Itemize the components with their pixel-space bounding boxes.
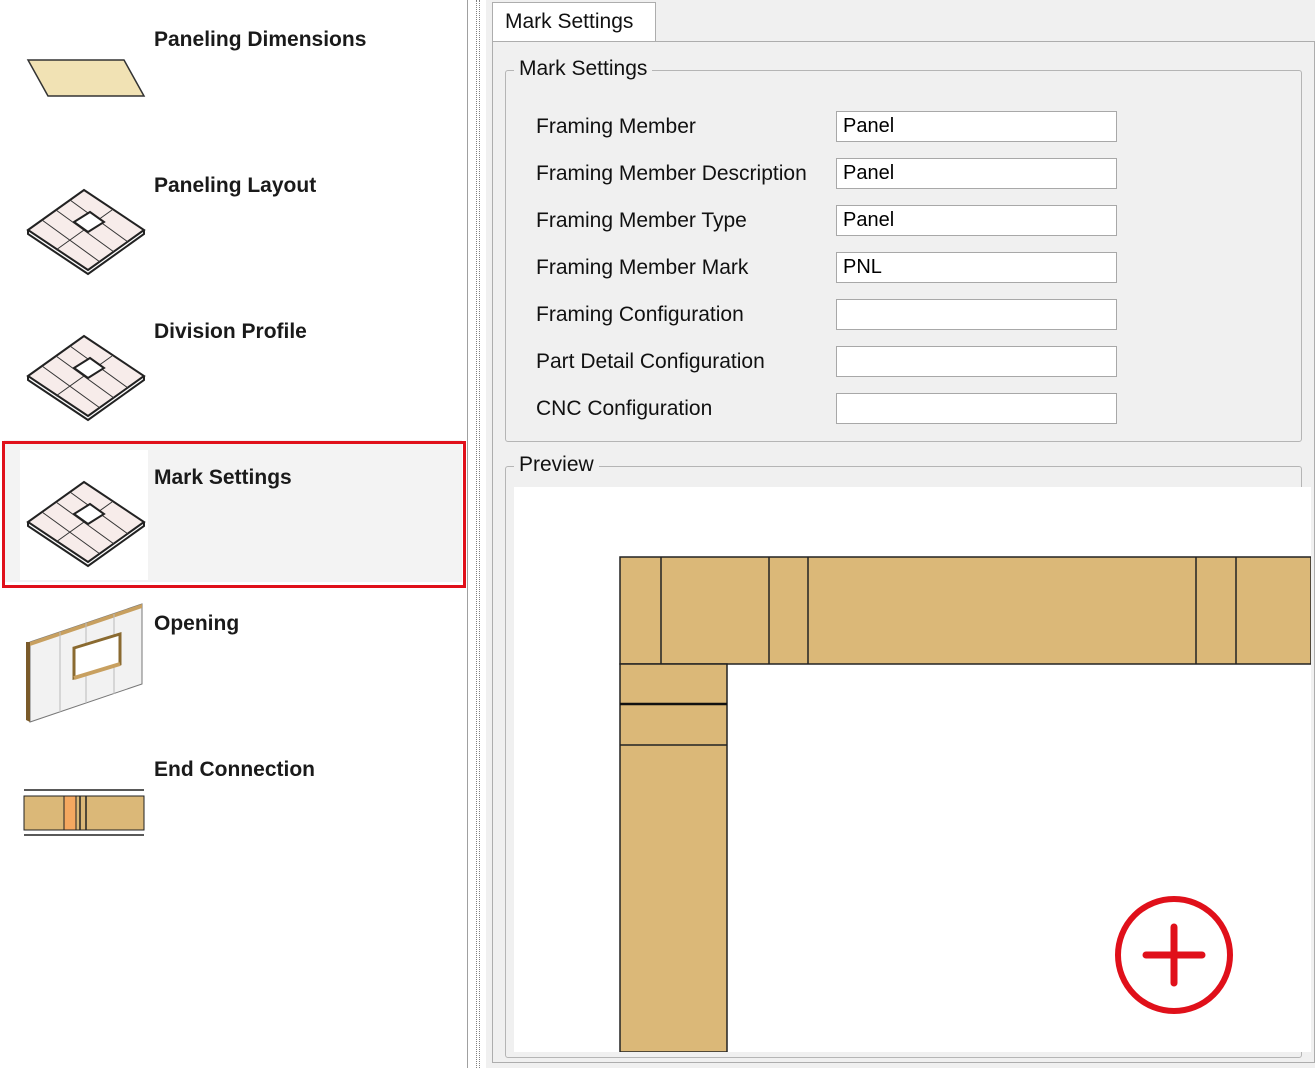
nav-item-label: Division Profile [154, 320, 307, 343]
framing-member-label: Framing Member [536, 115, 696, 138]
tab-page: Mark Settings Framing Member Framing Mem… [492, 41, 1315, 1063]
cnc-configuration-label: CNC Configuration [536, 397, 713, 420]
framing-member-description-label: Framing Member Description [536, 162, 807, 185]
nav-item-label: Opening [154, 612, 240, 635]
preview-canvas[interactable] [514, 487, 1312, 1053]
end-connection-icon [20, 742, 148, 872]
nav-item-opening[interactable]: Opening [4, 586, 462, 728]
group-title: Preview [514, 453, 599, 477]
nav-item-division-profile[interactable]: Division Profile [4, 294, 462, 436]
cnc-configuration-input[interactable] [836, 393, 1117, 424]
settings-nav-panel: Paneling Dimensions Paneling Layout Divi… [0, 0, 468, 1068]
mark-settings-icon [20, 450, 148, 580]
division-profile-icon [20, 304, 148, 434]
mark-settings-group: Mark Settings Framing Member Framing Mem… [505, 57, 1302, 442]
opening-icon [20, 596, 148, 726]
nav-item-label: Mark Settings [154, 466, 292, 489]
framing-member-type-input[interactable] [836, 205, 1117, 236]
nav-item-label: Paneling Layout [154, 174, 317, 197]
preview-drawing [619, 556, 1312, 1053]
nav-item-paneling-layout[interactable]: Paneling Layout [4, 148, 462, 290]
part-detail-configuration-input[interactable] [836, 346, 1117, 377]
tab-mark-settings[interactable]: Mark Settings [492, 2, 656, 42]
framing-configuration-input[interactable] [836, 299, 1117, 330]
framing-member-mark-input[interactable] [836, 252, 1117, 283]
part-detail-configuration-label: Part Detail Configuration [536, 350, 765, 373]
paneling-dimensions-icon [20, 12, 148, 142]
framing-member-description-input[interactable] [836, 158, 1117, 189]
paneling-layout-icon [20, 158, 148, 288]
nav-item-label: End Connection [154, 758, 315, 781]
nav-item-mark-settings[interactable]: Mark Settings [4, 440, 462, 582]
preview-group: Preview [505, 453, 1312, 1058]
content-area: Mark Settings Mark Settings Framing Memb… [486, 0, 1315, 1068]
framing-member-input[interactable] [836, 111, 1117, 142]
group-title: Mark Settings [514, 57, 653, 81]
nav-item-label: Paneling Dimensions [154, 28, 367, 51]
framing-configuration-label: Framing Configuration [536, 303, 744, 326]
framing-member-mark-label: Framing Member Mark [536, 256, 749, 279]
nav-item-end-connection[interactable]: End Connection [4, 732, 462, 874]
panel-splitter[interactable] [476, 0, 480, 1068]
zoom-in-icon[interactable] [1115, 896, 1233, 1014]
nav-item-paneling-dimensions[interactable]: Paneling Dimensions [4, 2, 462, 144]
framing-member-type-label: Framing Member Type [536, 209, 747, 232]
